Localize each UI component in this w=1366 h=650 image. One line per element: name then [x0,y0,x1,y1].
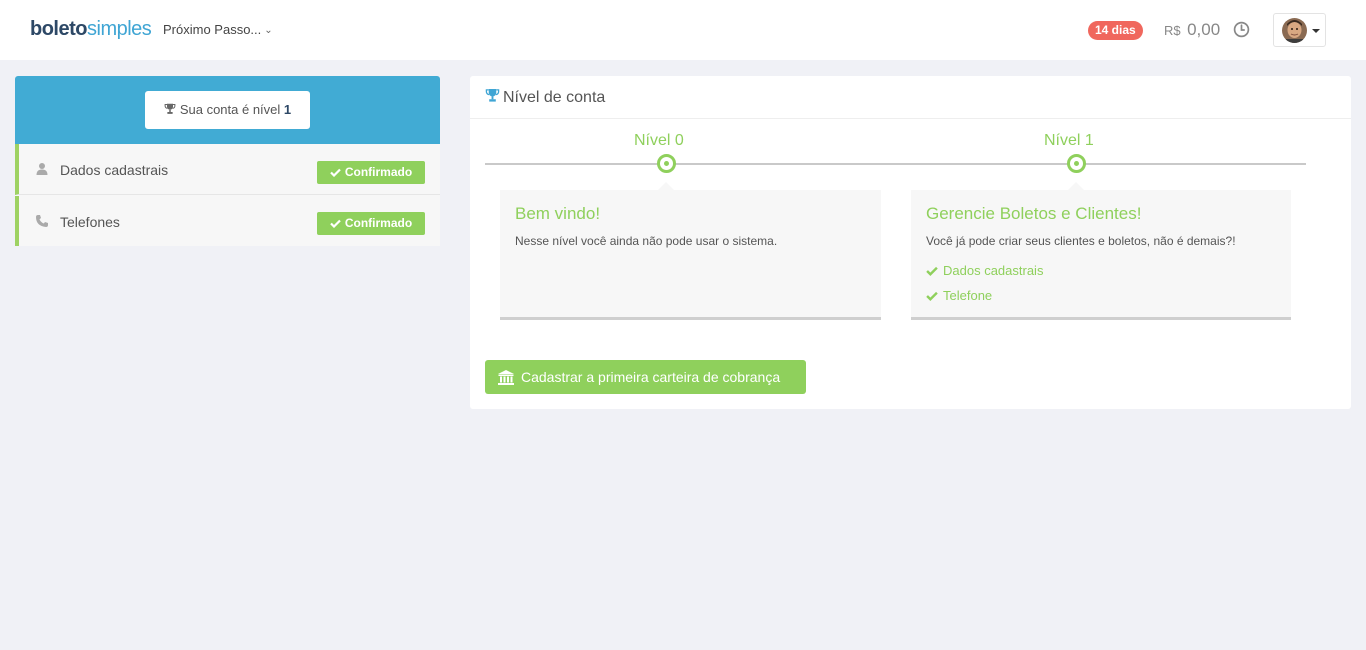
next-step-label: Próximo Passo... [163,22,262,37]
requirement-item: Telefone [926,288,992,303]
level-1-marker [1067,154,1086,173]
logo-text-secondary: simples [87,18,152,40]
balance-amount: 0,00 [1187,20,1221,39]
level-0-label: Nível 0 [634,132,684,149]
clock-icon[interactable] [1233,21,1250,38]
status-badge: Confirmado [317,212,425,235]
balance-display[interactable]: R$ 0,00 [1164,20,1220,40]
user-menu-button[interactable] [1273,13,1326,47]
requirement-label: Telefone [943,288,993,303]
level-1-card-text: Você já pode criar seus clientes e bolet… [926,234,1236,248]
user-icon [36,163,48,175]
register-wallet-label: Cadastrar a primeira carteira de cobranç… [521,369,781,385]
level-0-marker [657,154,676,173]
level-progress-track [485,163,1306,165]
check-icon [330,168,341,178]
sidebar-header: Sua conta é nível 1 [15,76,440,144]
trophy-icon [164,103,176,114]
level-number: 1 [283,102,292,117]
next-step-dropdown[interactable]: Próximo Passo... ⌄ [163,22,273,37]
page-title-text: Nível de conta [503,89,606,106]
top-bar: boletosimples Próximo Passo... ⌄ 14 dias … [0,0,1366,60]
panel-header: Nível de conta [470,76,1351,119]
balance-currency: R$ [1164,23,1181,38]
caret-down-icon [1312,29,1320,33]
trophy-icon [485,88,500,102]
sidebar-item-dados-cadastrais[interactable]: Dados cadastrais Confirmado [15,144,440,195]
bank-icon [498,370,514,385]
sidebar-item-label: Dados cadastrais [60,162,169,178]
account-level-pill: Sua conta é nível 1 [145,91,310,129]
check-icon [926,266,938,276]
level-1-card-title: Gerencie Boletos e Clientes! [926,204,1142,223]
requirement-label: Dados cadastrais [943,263,1044,278]
level-1-label: Nível 1 [1044,132,1094,149]
avatar [1282,18,1307,43]
page-title: Nível de conta [485,88,605,107]
sidebar-item-label: Telefones [60,214,120,230]
status-badge-label: Confirmado [344,216,413,230]
account-level-sidebar: Sua conta é nível 1 Dados cadastrais Con… [15,76,440,246]
account-level-panel: Nível de conta Nível 0 Nível 1 Bem vindo… [470,76,1351,409]
logo[interactable]: boletosimples [30,18,152,44]
sidebar-item-telefones[interactable]: Telefones Confirmado [15,196,440,246]
level-prefix: Sua conta é nível [179,102,281,117]
logo-text-primary: boleto [30,18,88,40]
level-0-card-text: Nesse nível você ainda não pode usar o s… [515,234,778,248]
requirement-item: Dados cadastrais [926,263,1043,278]
status-badge-label: Confirmado [344,165,413,179]
check-icon [926,291,938,301]
status-badge: Confirmado [317,161,425,184]
level-0-card: Bem vindo! Nesse nível você ainda não po… [500,182,881,320]
level-1-card: Gerencie Boletos e Clientes! Você já pod… [911,182,1291,320]
phone-icon [36,215,48,227]
trial-days-badge[interactable]: 14 dias [1088,21,1143,40]
register-wallet-button[interactable]: Cadastrar a primeira carteira de cobranç… [485,360,806,394]
level-0-card-title: Bem vindo! [515,204,601,223]
chevron-down-icon: ⌄ [264,25,273,36]
check-icon [330,219,341,229]
